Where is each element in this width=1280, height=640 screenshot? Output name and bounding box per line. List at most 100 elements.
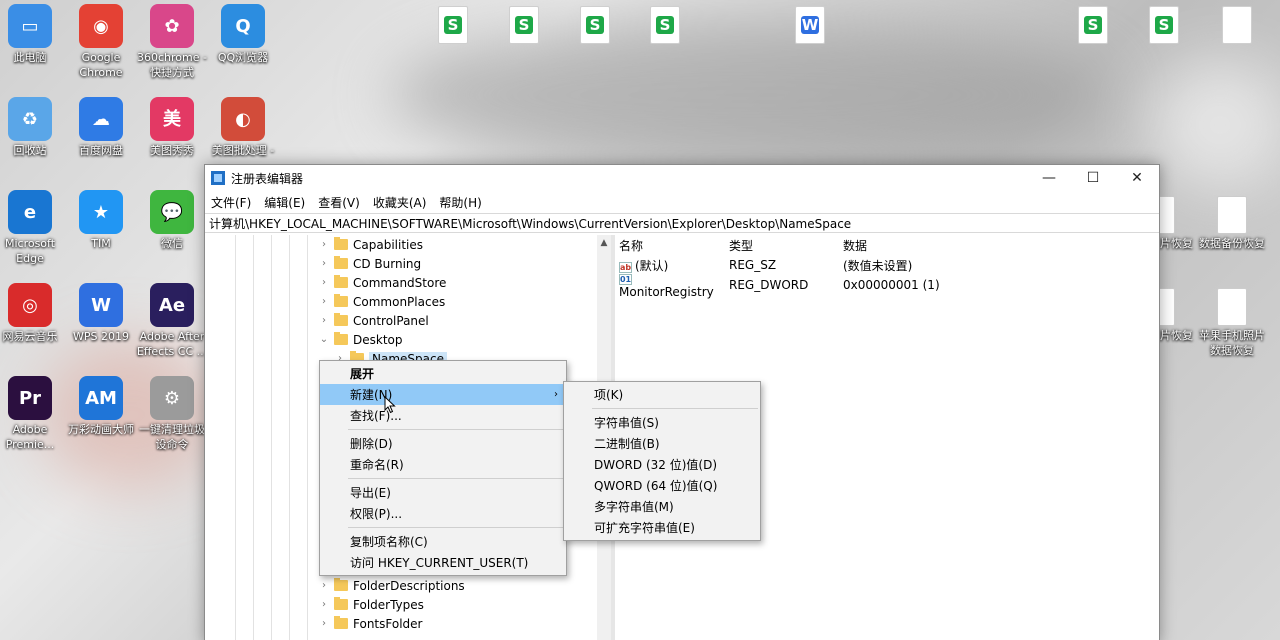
app-icon: AM <box>79 376 123 420</box>
context-menu-item[interactable]: 项(K) <box>564 384 760 405</box>
tree-node[interactable]: ⌄ Desktop <box>317 330 403 349</box>
context-menu-item[interactable]: 权限(P)... <box>320 503 566 524</box>
context-menu-item[interactable]: 导出(E) <box>320 482 566 503</box>
window-title: 注册表编辑器 <box>231 171 304 186</box>
context-menu-item[interactable]: QWORD (64 位)值(Q) <box>564 475 760 496</box>
tree-node[interactable]: › ControlPanel <box>317 311 429 330</box>
context-menu-item[interactable]: 新建(N) › <box>320 384 566 405</box>
background-blur <box>390 20 1110 170</box>
context-menu-item[interactable]: 二进制值(B) <box>564 433 760 454</box>
tree-node[interactable]: › FolderDescriptions <box>317 576 465 595</box>
menu-item[interactable]: 帮助(H) <box>439 194 481 211</box>
value-data: (数值未设置) <box>843 258 913 273</box>
desktop-icon[interactable]: ✿ 360chrome - 快捷方式 <box>136 4 208 80</box>
document-file-icon[interactable]: S <box>1078 6 1108 44</box>
menu-item-label: 复制项名称(C) <box>350 535 428 549</box>
document-file-icon[interactable]: S <box>1149 6 1179 44</box>
desktop-icon[interactable]: Pr Adobe Premie... <box>0 376 66 452</box>
expand-chevron-icon[interactable]: › <box>317 599 331 610</box>
desktop-icon[interactable]: ♻ 回收站 <box>0 97 66 158</box>
minimize-button[interactable]: — <box>1027 165 1071 191</box>
desktop-icon[interactable]: ◐ 美图批处理 - <box>207 97 279 158</box>
expand-chevron-icon[interactable]: › <box>317 277 331 288</box>
binary-value-icon: 01 <box>619 274 632 285</box>
desktop-icon[interactable]: ☁ 百度网盘 <box>65 97 137 158</box>
desktop-icon-label: 360chrome - 快捷方式 <box>137 51 207 79</box>
context-menu-item[interactable]: 重命名(R) <box>320 454 566 475</box>
menu-item-label: 二进制值(B) <box>594 437 660 451</box>
tree-node[interactable]: › CD Burning <box>317 254 421 273</box>
tree-node[interactable]: › CommonPlaces <box>317 292 445 311</box>
close-button[interactable]: ✕ <box>1115 165 1159 191</box>
expand-chevron-icon[interactable]: › <box>317 239 331 250</box>
expand-chevron-icon[interactable]: ⌄ <box>317 334 331 345</box>
maximize-button[interactable]: ☐ <box>1071 165 1115 191</box>
context-menu-item[interactable]: 查找(F)... <box>320 405 566 426</box>
expand-chevron-icon[interactable]: › <box>317 618 331 629</box>
app-icon: Q <box>221 4 265 48</box>
context-menu-item[interactable]: 复制项名称(C) <box>320 531 566 552</box>
document-file-icon[interactable]: W <box>795 6 825 44</box>
desktop-icon-label: 美图批处理 - <box>211 144 275 157</box>
app-icon: ✿ <box>150 4 194 48</box>
menu-item[interactable]: 编辑(E) <box>264 194 305 211</box>
folder-icon <box>334 578 348 591</box>
tree-node[interactable]: › FontsFolder <box>317 614 422 633</box>
file-type-badge: S <box>515 16 533 34</box>
desktop-icon-label: TIM <box>91 237 111 250</box>
expand-chevron-icon[interactable]: › <box>317 258 331 269</box>
desktop-icon[interactable]: 美美图秀秀 <box>136 97 208 158</box>
desktop-icon[interactable]: ▭ 此电脑 <box>0 4 66 65</box>
document-file-icon[interactable] <box>1222 6 1252 44</box>
tree-node[interactable]: › Capabilities <box>317 235 423 254</box>
expand-chevron-icon[interactable]: › <box>317 315 331 326</box>
desktop-icon[interactable]: Q QQ浏览器 <box>207 4 279 65</box>
column-header-data[interactable]: 数据 <box>843 237 1143 254</box>
menu-item-label: 项(K) <box>594 388 624 402</box>
expand-chevron-icon[interactable]: › <box>317 296 331 307</box>
app-icon: ◐ <box>221 97 265 141</box>
document-file-icon[interactable]: S <box>650 6 680 44</box>
tree-node[interactable]: › CommandStore <box>317 273 446 292</box>
context-menu-item[interactable]: DWORD (32 位)值(D) <box>564 454 760 475</box>
address-bar[interactable]: 计算机\HKEY_LOCAL_MACHINE\SOFTWARE\Microsof… <box>205 213 1159 233</box>
document-file-icon[interactable]: S <box>438 6 468 44</box>
desktop-icon-label: Adobe After Effects CC ... <box>136 330 208 358</box>
tree-guide-line <box>271 235 272 640</box>
context-menu-item[interactable]: 多字符串值(M) <box>564 496 760 517</box>
tree-node-label: FolderTypes <box>353 597 424 612</box>
column-header-type[interactable]: 类型 <box>729 237 843 254</box>
desktop-icon[interactable]: ★ TIM <box>65 190 137 251</box>
context-menu-item[interactable]: 删除(D) <box>320 433 566 454</box>
desktop-icon-doc[interactable]: 苹果手机照片数据恢复 <box>1196 288 1268 358</box>
title-bar[interactable]: 注册表编辑器 — ☐ ✕ <box>205 165 1159 191</box>
desktop-icon[interactable]: ◎ 网易云音乐 <box>0 283 66 344</box>
desktop-icon[interactable]: e Microsoft Edge <box>0 190 66 266</box>
expand-chevron-icon[interactable]: › <box>317 580 331 591</box>
desktop-icon[interactable]: ⚙ 一键清理垃圾 设命令 <box>136 376 208 452</box>
menu-item[interactable]: 查看(V) <box>318 194 360 211</box>
tree-node[interactable]: › FolderTypes <box>317 595 424 614</box>
context-menu-item[interactable]: 访问 HKEY_CURRENT_USER(T) <box>320 552 566 573</box>
column-header-name[interactable]: 名称 <box>615 237 729 254</box>
app-icon: 美 <box>150 97 194 141</box>
desktop-icon-label: 回收站 <box>13 144 47 157</box>
context-menu-item[interactable]: 展开 <box>320 363 566 384</box>
document-file-icon[interactable]: S <box>580 6 610 44</box>
desktop-icon-doc[interactable]: 数据备份恢复 <box>1196 196 1268 251</box>
desktop-icon[interactable]: Ae Adobe After Effects CC ... <box>136 283 208 359</box>
menu-item[interactable]: 收藏夹(A) <box>373 194 427 211</box>
context-menu-item[interactable]: 可扩充字符串值(E) <box>564 517 760 538</box>
desktop-icon[interactable]: W WPS 2019 <box>65 283 137 344</box>
tree-guide-line <box>289 235 290 640</box>
desktop-icon[interactable]: 💬 微信 <box>136 190 208 251</box>
scroll-up-arrow-icon[interactable]: ▲ <box>597 235 611 251</box>
context-menu-item[interactable]: 字符串值(S) <box>564 412 760 433</box>
document-file-icon[interactable]: S <box>509 6 539 44</box>
desktop-icon-label: Microsoft Edge <box>4 237 56 265</box>
desktop-icon[interactable]: ◉ Google Chrome <box>65 4 137 80</box>
app-icon: ♻ <box>8 97 52 141</box>
value-row[interactable]: 01MonitorRegistry REG_DWORD 0x00000001 (1) <box>615 274 1159 299</box>
menu-item[interactable]: 文件(F) <box>211 194 251 211</box>
desktop-icon[interactable]: AM 万彩动画大师 <box>65 376 137 437</box>
